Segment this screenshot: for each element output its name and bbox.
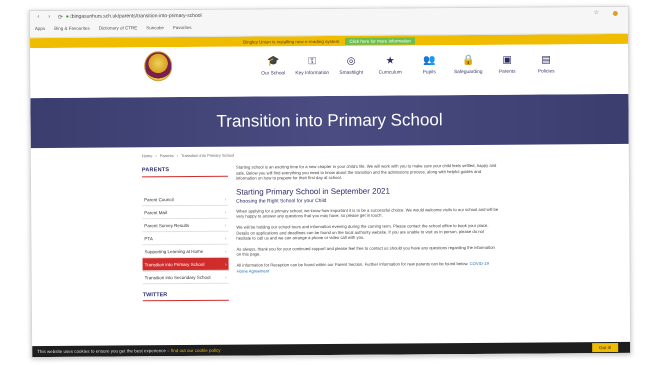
chevron-right-icon: › xyxy=(225,261,227,267)
forward-icon[interactable]: › xyxy=(46,14,53,21)
browser-actions: ☆ xyxy=(593,9,618,17)
url-text: bingasunhurs.sch.uk/parents/transition-i… xyxy=(71,12,202,20)
twitter-heading: TWITTER xyxy=(142,292,168,299)
chevron-right-icon: › xyxy=(224,235,227,241)
menu-item-label: Curriculum xyxy=(378,70,402,76)
back-icon[interactable]: ‹ xyxy=(35,14,42,21)
cookie-accept-button[interactable]: Got it! xyxy=(592,342,619,353)
menu-item-label: Smashlight xyxy=(339,70,364,76)
sidebar-item-label: Parent Survey Results xyxy=(144,222,190,228)
notice-text: Bingley Union is installing new e-readin… xyxy=(243,38,340,45)
menu-item-label: Our School xyxy=(261,71,286,77)
menu-item-key-information[interactable]: ⚿ Key Information xyxy=(295,56,329,76)
lock-icon: 🔒 xyxy=(461,54,475,67)
bookmark-item[interactable]: Bing & Favourites xyxy=(54,26,90,31)
main-article: Starting school is an exciting time for … xyxy=(236,163,499,279)
chevron-right-icon: › xyxy=(224,222,227,228)
lock-icon: ● xyxy=(65,13,69,20)
graduation-cap-icon: 🎓 xyxy=(266,56,280,68)
menu-item-smashlight[interactable]: ◎ Smashlight xyxy=(334,56,368,76)
cookie-text: This website uses cookies to ensure you … xyxy=(37,348,170,355)
cookie-policy-link[interactable]: find out our cookie policy xyxy=(171,348,221,353)
parents-icon: ▣ xyxy=(502,54,512,66)
bookmark-item[interactable]: Suncobe xyxy=(146,25,164,30)
breadcrumb-home[interactable]: Home xyxy=(142,153,153,158)
menu-item-pupils[interactable]: 👥 Pupils xyxy=(412,55,446,75)
menu-item-safeguarding[interactable]: 🔒 Safeguarding xyxy=(451,55,485,75)
sidebar-item-parent-survey-results[interactable]: Parent Survey Results › xyxy=(142,218,229,233)
browser-chrome: ‹ › ⟳ ⌂ ● bingasunhurs.sch.uk/parents/tr… xyxy=(29,6,628,39)
paragraph: All information for Reception can be fou… xyxy=(237,261,499,274)
menu-item-label: Safeguarding xyxy=(453,69,483,76)
sidebar-item-supporting-learning-at-home[interactable]: Supporting Learning at Home › xyxy=(142,244,229,259)
breadcrumb-current: Transition into Primary School xyxy=(180,152,235,159)
cookie-banner: This website uses cookies to ensure you … xyxy=(32,341,631,358)
intro-paragraph: Starting school is an exciting time for … xyxy=(235,162,497,181)
paragraph: We will be holding our school tours and … xyxy=(236,222,489,241)
sidebar-item-parent-council[interactable]: Parent Council › xyxy=(142,192,229,207)
notice-info-button[interactable]: Click here for more information xyxy=(345,36,415,45)
menu-item-policies[interactable]: ▤ Policies xyxy=(529,54,563,74)
browser-window: ‹ › ⟳ ⌂ ● bingasunhurs.sch.uk/parents/tr… xyxy=(28,5,632,359)
star-icon: ★ xyxy=(385,55,395,67)
cookie-text-wrap: This website uses cookies to ensure you … xyxy=(37,348,220,354)
bookmark-item[interactable]: Favorites xyxy=(173,25,192,30)
policies-icon: ▤ xyxy=(541,54,551,66)
menu-item-curriculum[interactable]: ★ Curriculum xyxy=(373,55,407,76)
sidebar-list: Parent Council › Parent Mail › Parent Survey… xyxy=(142,192,229,285)
sidebar-heading: PARENTS xyxy=(141,167,170,174)
sidebar-item-transition-into-secondary-school[interactable]: Transition into Secondary School › xyxy=(142,270,229,285)
bookmark-item[interactable]: Apps xyxy=(35,26,45,31)
menu-item-label: Pupils xyxy=(422,70,436,76)
menu-item-label: Key Information xyxy=(295,71,330,77)
reload-icon[interactable]: ⟳ xyxy=(57,14,64,21)
key-icon: ⚿ xyxy=(308,56,317,68)
paragraph: When applying for a primary school, we k… xyxy=(236,206,499,220)
chevron-right-icon: › xyxy=(224,248,227,254)
sidebar: PARENTS Parent Council › Parent Mail › Paren… xyxy=(142,167,229,302)
section-heading: Starting Primary School in September 202… xyxy=(236,186,390,197)
sidebar-item-label: Transition into Secondary School xyxy=(144,274,211,280)
sidebar-item-label: Parent Council xyxy=(144,196,174,202)
breadcrumb-separator: › xyxy=(155,153,157,159)
paragraph-text: All information for Reception can be fou… xyxy=(236,260,469,268)
target-icon: ◎ xyxy=(346,55,356,67)
menu-item-label: Parents xyxy=(498,69,516,75)
chevron-right-icon: › xyxy=(224,209,227,215)
sidebar-item-label: PTA xyxy=(144,235,153,241)
sidebar-divider xyxy=(141,175,228,178)
site-header: 🎓 Our School ⚿ Key Information ◎ Smashlight ★ C… xyxy=(30,43,629,99)
breadcrumb-parents[interactable]: Parents xyxy=(160,153,174,158)
sidebar-item-label: Parent Mail xyxy=(144,209,167,215)
sidebar-item-transition-into-primary-school[interactable]: Transition into Primary School › xyxy=(142,257,229,272)
paragraph: As always, thank you for your continued … xyxy=(236,244,495,257)
people-icon: 👥 xyxy=(422,55,436,67)
section-subheading: Choosing the Right School for your Child xyxy=(236,197,327,205)
breadcrumb-separator: › xyxy=(176,153,178,159)
sidebar-item-parent-mail[interactable]: Parent Mail › xyxy=(142,205,229,220)
breadcrumb: Home › Parents › Transition into Primary… xyxy=(142,153,234,159)
bookmarks-bar: Apps Bing & Favourites Dictionary of CTR… xyxy=(35,25,192,31)
chevron-right-icon: › xyxy=(225,274,227,280)
sidebar-item-label: Supporting Learning at Home xyxy=(144,248,204,254)
address-bar[interactable]: ● bingasunhurs.sch.uk/parents/transition… xyxy=(66,13,202,20)
page-title: Transition into Primary School xyxy=(216,110,443,131)
main-menu: 🎓 Our School ⚿ Key Information ◎ Smashlight ★ C… xyxy=(256,54,563,76)
hero-banner: Transition into Primary School xyxy=(30,93,629,149)
bookmark-item[interactable]: Dictionary of CTRE xyxy=(99,25,138,30)
menu-item-parents[interactable]: ▣ Parents xyxy=(490,55,524,75)
sidebar-item-label: Transition into Primary School xyxy=(144,261,205,267)
menu-item-our-school[interactable]: 🎓 Our School xyxy=(256,56,290,76)
menu-item-label: Policies xyxy=(537,69,555,75)
school-logo[interactable] xyxy=(144,51,173,82)
chevron-right-icon: › xyxy=(224,196,227,202)
star-bookmark-icon[interactable]: ☆ xyxy=(593,9,598,16)
page-content: Home › Parents › Transition into Primary… xyxy=(31,144,630,306)
profile-icon[interactable] xyxy=(612,10,618,17)
twitter-divider xyxy=(142,299,229,302)
sidebar-item-pta[interactable]: PTA › xyxy=(142,231,229,246)
